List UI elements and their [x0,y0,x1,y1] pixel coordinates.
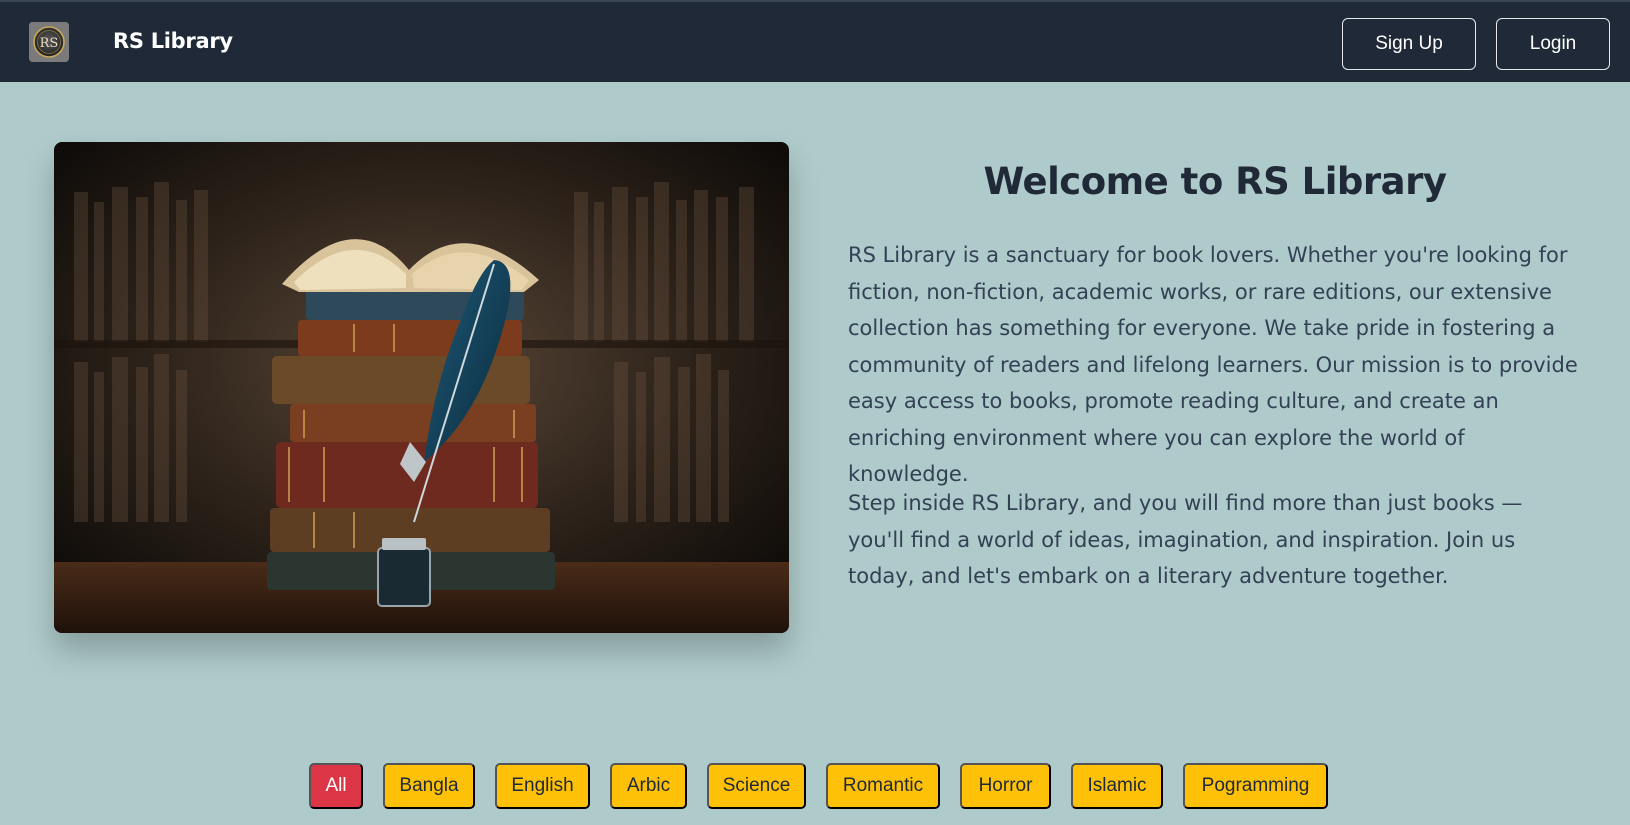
category-tab-islamic[interactable]: Islamic [1071,763,1163,809]
about-paragraph: RS Library is a sanctuary for book lover… [848,243,1578,486]
navbar: RS RS Library Sign Up Login [0,0,1630,82]
category-tab-english[interactable]: English [495,763,590,809]
category-tabs: All Bangla English Arbic Science Romanti… [0,763,1630,809]
about-paragraph: Step inside RS Library, and you will fin… [848,491,1523,588]
welcome-title: Welcome to RS Library [983,160,1447,203]
category-tab-bangla[interactable]: Bangla [383,763,475,809]
hero-image [54,142,789,633]
signup-button[interactable]: Sign Up [1342,18,1476,70]
category-tab-arbic[interactable]: Arbic [610,763,687,809]
category-tab-horror[interactable]: Horror [960,763,1051,809]
brand-title[interactable]: RS Library [113,29,233,53]
login-button[interactable]: Login [1496,18,1610,70]
category-tab-science[interactable]: Science [707,763,806,809]
category-tab-all[interactable]: All [309,763,363,809]
category-tab-romantic[interactable]: Romantic [826,763,940,809]
svg-text:RS: RS [40,36,59,51]
category-tab-pogramming[interactable]: Pogramming [1183,763,1328,809]
logo-icon[interactable]: RS [29,22,69,62]
